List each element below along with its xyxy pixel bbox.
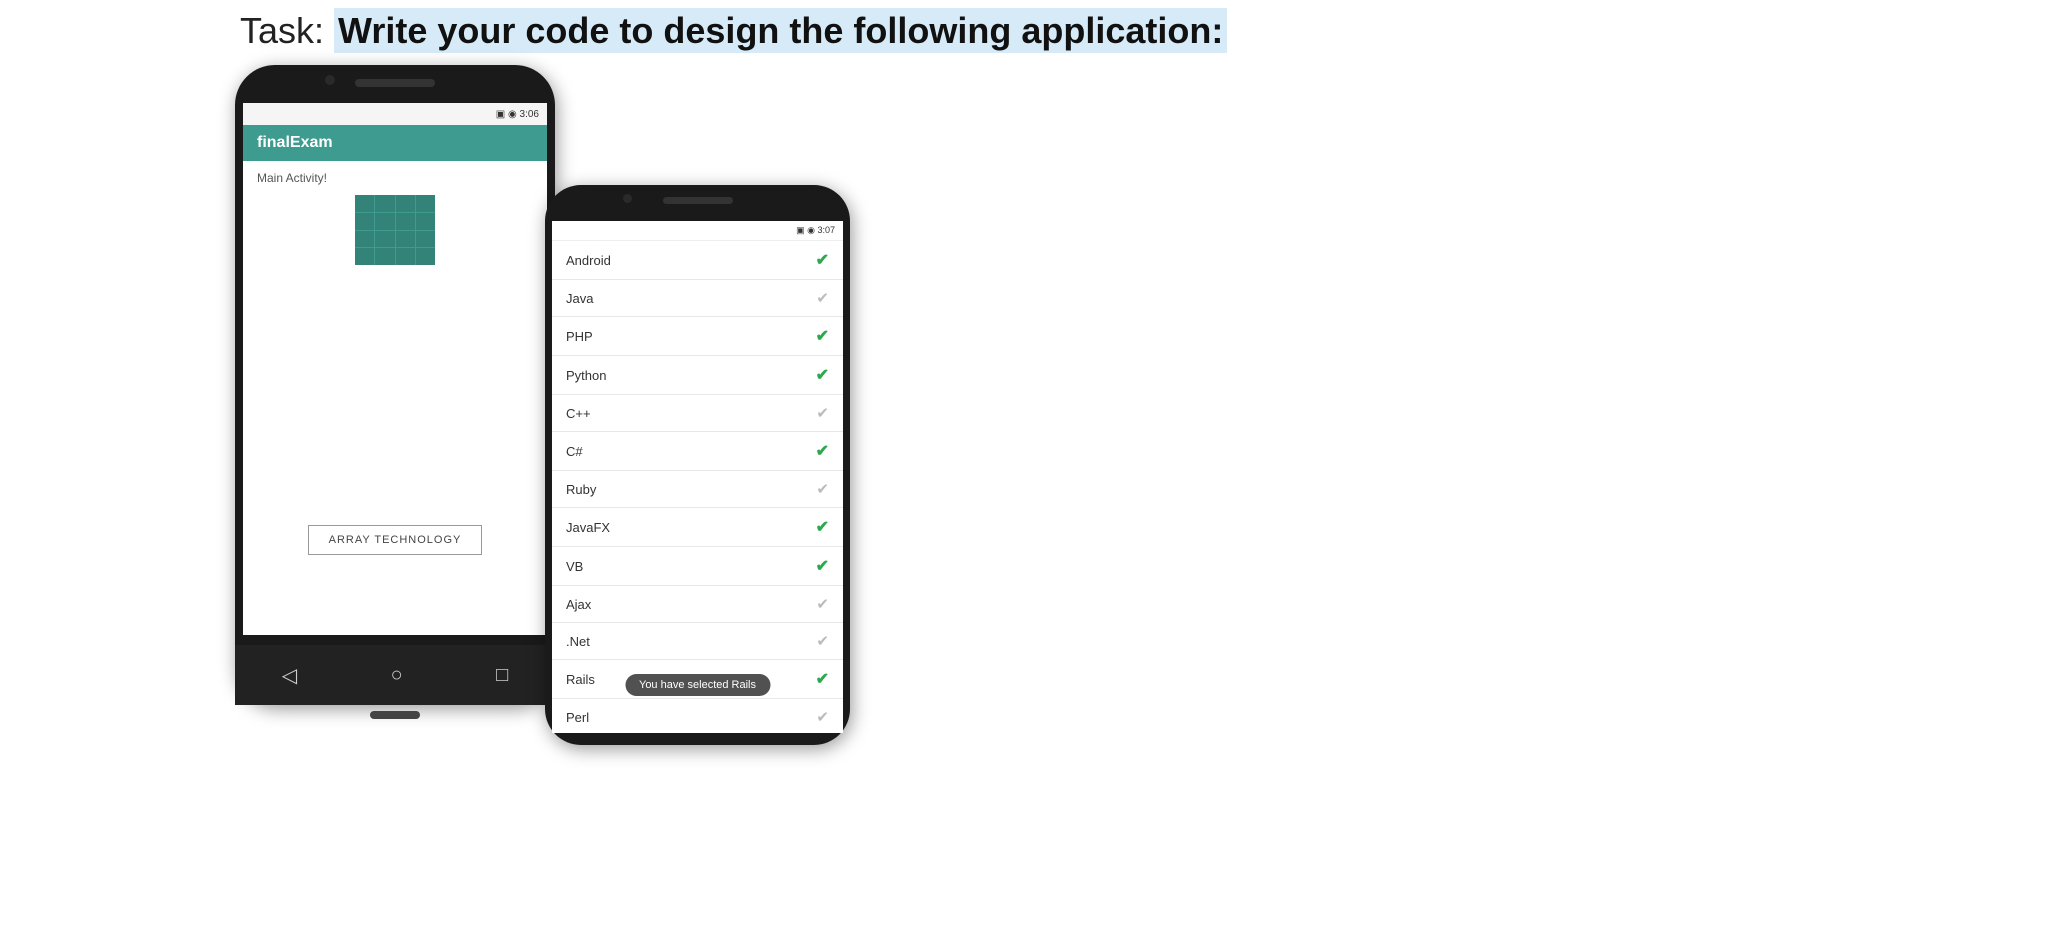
check-green-icon: ✔ bbox=[816, 365, 829, 385]
list-item-label: .Net bbox=[566, 634, 590, 649]
check-gray-icon: ✔ bbox=[816, 632, 829, 650]
phone2-camera bbox=[623, 194, 632, 203]
list-item-label: PHP bbox=[566, 329, 593, 344]
home-icon[interactable]: ○ bbox=[391, 664, 403, 687]
grid-image bbox=[355, 195, 435, 265]
recent-icon[interactable]: □ bbox=[496, 664, 508, 687]
check-green-icon: ✔ bbox=[816, 441, 829, 461]
phone1-home-bar bbox=[370, 711, 420, 719]
phone1-screen: ▣ ◉ 3:06 finalExam Main Activity! bbox=[243, 103, 547, 635]
list-item[interactable]: Ruby ✔ bbox=[552, 471, 843, 508]
list-item[interactable]: Python ✔ bbox=[552, 356, 843, 395]
list-item-label: JavaFX bbox=[566, 520, 610, 535]
grid-cell bbox=[375, 195, 394, 212]
main-activity-label: Main Activity! bbox=[257, 171, 533, 185]
grid-cell bbox=[396, 248, 415, 265]
phone2-container: ▣ ◉ 3:07 Android ✔ Java ✔ PHP ✔ Python ✔ C++ ✔ C# ✔… bbox=[545, 185, 850, 745]
list-item[interactable]: C++ ✔ bbox=[552, 395, 843, 432]
list-item-label: Java bbox=[566, 291, 593, 306]
check-green-icon: ✔ bbox=[816, 669, 829, 689]
list-item[interactable]: Android ✔ bbox=[552, 241, 843, 280]
list-item[interactable]: Java ✔ bbox=[552, 280, 843, 317]
grid-cell bbox=[375, 231, 394, 248]
phone2-body: ▣ ◉ 3:07 Android ✔ Java ✔ PHP ✔ Python ✔ C++ ✔ C# ✔… bbox=[545, 185, 850, 745]
list-item-label: C++ bbox=[566, 406, 591, 421]
grid-cell bbox=[355, 248, 374, 265]
check-green-icon: ✔ bbox=[816, 326, 829, 346]
grid-cell bbox=[396, 213, 415, 230]
check-green-icon: ✔ bbox=[816, 556, 829, 576]
phone1-content: Main Activity! bbox=[243, 161, 547, 635]
grid-cell bbox=[416, 248, 435, 265]
phone1-statusbar: ▣ ◉ 3:06 bbox=[243, 103, 547, 125]
grid-cell bbox=[375, 248, 394, 265]
phone2-statusbar: ▣ ◉ 3:07 bbox=[552, 221, 843, 241]
list-item[interactable]: VB ✔ bbox=[552, 547, 843, 586]
list-item-label: VB bbox=[566, 559, 583, 574]
title-highlight: Write your code to design the following … bbox=[334, 8, 1227, 53]
toast-message: You have selected Rails bbox=[625, 674, 770, 696]
grid-cell bbox=[355, 231, 374, 248]
check-gray-icon: ✔ bbox=[816, 595, 829, 613]
phone2-screen: ▣ ◉ 3:07 Android ✔ Java ✔ PHP ✔ Python ✔ C++ ✔ C# ✔… bbox=[552, 221, 843, 733]
grid-cell bbox=[355, 213, 374, 230]
technology-list: Android✔Java✔PHP✔Python✔C++✔C#✔Ruby✔Java… bbox=[552, 241, 843, 733]
array-technology-button[interactable]: ARRAY TECHNOLOGY bbox=[308, 525, 483, 555]
back-icon[interactable]: ◁ bbox=[282, 663, 297, 688]
phone1-body: ▣ ◉ 3:06 finalExam Main Activity! bbox=[235, 65, 555, 705]
list-item-label: C# bbox=[566, 444, 583, 459]
check-gray-icon: ✔ bbox=[816, 480, 829, 498]
phone1-container: ▣ ◉ 3:06 finalExam Main Activity! bbox=[235, 65, 555, 705]
list-item[interactable]: C# ✔ bbox=[552, 432, 843, 471]
list-item[interactable]: Ajax ✔ bbox=[552, 586, 843, 623]
list-item[interactable]: Perl ✔ bbox=[552, 699, 843, 733]
phone1-app-title: finalExam bbox=[257, 134, 333, 152]
check-gray-icon: ✔ bbox=[816, 289, 829, 307]
grid-cell bbox=[416, 195, 435, 212]
grid-cell bbox=[416, 231, 435, 248]
list-item[interactable]: JavaFX ✔ bbox=[552, 508, 843, 547]
phone1-speaker bbox=[355, 79, 435, 87]
list-item[interactable]: PHP ✔ bbox=[552, 317, 843, 356]
list-item[interactable]: Rails ✔ You have selected Rails bbox=[552, 660, 843, 699]
list-item-label: Rails bbox=[566, 672, 595, 687]
grid-cell bbox=[355, 195, 374, 212]
list-item-label: Android bbox=[566, 253, 611, 268]
title-prefix: Task: bbox=[240, 10, 334, 51]
grid-cell bbox=[375, 213, 394, 230]
list-item-label: Python bbox=[566, 368, 606, 383]
list-item-label: Perl bbox=[566, 710, 589, 725]
grid-cell bbox=[396, 195, 415, 212]
grid-cell bbox=[396, 231, 415, 248]
check-gray-icon: ✔ bbox=[816, 708, 829, 726]
list-item-label: Ruby bbox=[566, 482, 596, 497]
phone1-nav-bar: ◁ ○ □ bbox=[235, 645, 555, 705]
phone2-speaker bbox=[663, 197, 733, 204]
grid-cell bbox=[416, 213, 435, 230]
array-button-area: ARRAY TECHNOLOGY bbox=[243, 525, 547, 555]
phone1-camera bbox=[325, 75, 335, 85]
grid-image-wrapper bbox=[257, 195, 533, 265]
list-item-label: Ajax bbox=[566, 597, 591, 612]
check-green-icon: ✔ bbox=[816, 250, 829, 270]
check-gray-icon: ✔ bbox=[816, 404, 829, 422]
phone1-toolbar: finalExam bbox=[243, 125, 547, 161]
check-green-icon: ✔ bbox=[816, 517, 829, 537]
list-item[interactable]: .Net ✔ bbox=[552, 623, 843, 660]
title-area: Task: Write your code to design the foll… bbox=[240, 10, 1808, 52]
